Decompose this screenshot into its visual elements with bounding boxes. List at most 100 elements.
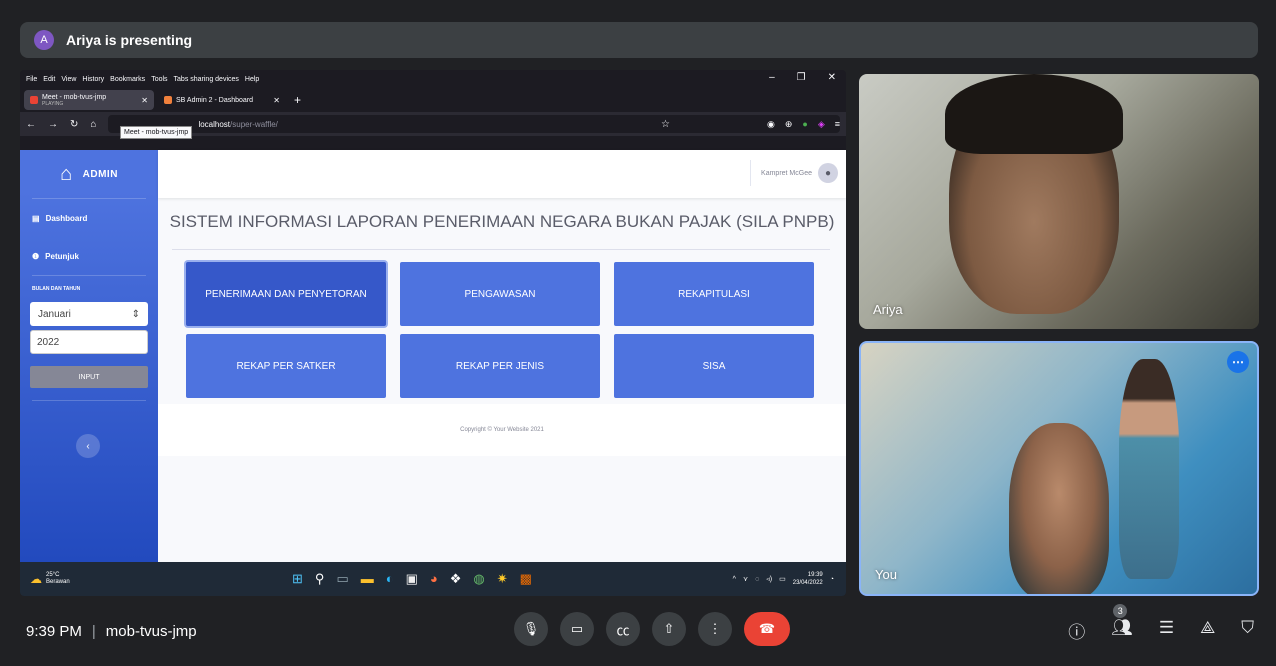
file-explorer-icon[interactable]: ▬ <box>361 571 374 587</box>
sidebar-divider <box>32 400 146 401</box>
menu-button-penerimaan[interactable]: PENERIMAAN DAN PENYETORAN <box>186 262 386 326</box>
tab-tooltip: Meet - mob-tvus-jmp <box>120 126 193 139</box>
menu-button-rekap-jenis[interactable]: REKAP PER JENIS <box>400 334 600 398</box>
system-clock[interactable]: 19:39 23/04/2022 <box>793 571 823 587</box>
minimize-icon[interactable]: – <box>769 72 775 83</box>
page-footer: Copyright © Your Website 2021 <box>158 404 846 456</box>
camera-button[interactable]: ▭ <box>560 612 594 646</box>
forward-icon[interactable]: → <box>48 119 58 130</box>
battery-icon[interactable]: ▭ <box>779 575 786 583</box>
sidebar-item-dashboard[interactable]: ▤ Dashboard <box>20 199 158 237</box>
close-tab-icon[interactable]: ✕ <box>141 96 148 105</box>
chevron-up-icon[interactable]: ^ <box>733 576 736 583</box>
address-bar[interactable]: localhost/super-waffle/ ☆ <box>108 115 840 133</box>
microphone-tray-icon[interactable]: ⋎ <box>743 575 748 583</box>
bookmark-star-icon[interactable]: ☆ <box>661 119 670 130</box>
menu-edit[interactable]: Edit <box>43 76 55 83</box>
taskbar-apps: ⊞ ⚲ ▭ ▬ ◐ ▣ ◕ ❖ ◍ ✷ ▩ <box>292 571 532 587</box>
search-icon[interactable]: ⚲ <box>315 571 325 587</box>
notification-icon[interactable]: ◔ <box>830 576 834 583</box>
self-name: You <box>875 567 897 582</box>
hang-up-icon: ☎ <box>758 621 776 636</box>
brand-label: ADMIN <box>82 168 118 180</box>
whatsapp-icon[interactable]: ◍ <box>473 571 484 587</box>
close-tab-icon[interactable]: ✕ <box>273 96 280 105</box>
edge-icon[interactable]: ◐ <box>386 571 394 587</box>
host-controls-icon[interactable]: ⛉ <box>1241 618 1254 643</box>
meeting-details-icon[interactable]: ⓘ <box>1068 618 1085 643</box>
xampp-icon[interactable]: ▩ <box>520 571 532 587</box>
tab-meet-status: PLAYING <box>42 100 64 107</box>
sidebar: ⌂ ADMIN ▤ Dashboard ❶ Petunjuk BULAN DAN… <box>20 150 158 562</box>
menu-tools[interactable]: Tools <box>151 76 167 83</box>
browser-tabbar: Meet - mob-tvus-jmp PLAYING ✕ SB Admin 2 … <box>20 88 846 112</box>
year-input[interactable]: 2022 <box>30 330 148 354</box>
microphone-button[interactable]: 🎙︎ <box>514 612 548 646</box>
user-dropdown[interactable]: Kampret McGee ● <box>750 160 838 186</box>
wifi-icon[interactable]: ◌ <box>755 576 759 583</box>
account-icon[interactable]: ⊕ <box>785 119 793 130</box>
call-controls: 🎙︎ ▭ ㏄ ⇧ ⋮ ☎ <box>514 612 790 646</box>
title-divider <box>172 249 830 250</box>
separator: | <box>91 623 96 640</box>
store-icon[interactable]: ▣ <box>406 571 418 587</box>
month-value: Januari <box>38 308 71 320</box>
menu-file[interactable]: File <box>26 76 37 83</box>
activities-icon[interactable]: ⟁ <box>1200 618 1215 643</box>
tab-meet[interactable]: Meet - mob-tvus-jmp PLAYING ✕ <box>24 90 154 110</box>
home-icon[interactable]: ⌂ <box>90 119 96 130</box>
sidebar-brand[interactable]: ⌂ ADMIN <box>20 150 158 198</box>
sidebar-toggle-button[interactable]: ‹ <box>76 434 100 458</box>
start-icon[interactable]: ⊞ <box>292 571 303 587</box>
menu-button-pengawasan[interactable]: PENGAWASAN <box>400 262 600 326</box>
more-options-icon[interactable]: ⋯ <box>1227 351 1249 373</box>
menu-view[interactable]: View <box>61 76 76 83</box>
sidebar-item-petunjuk[interactable]: ❶ Petunjuk <box>20 237 158 275</box>
pocket-icon[interactable]: ◉ <box>767 119 775 130</box>
menu-button-sisa[interactable]: SISA <box>614 334 814 398</box>
period-heading: BULAN DAN TAHUN <box>32 286 81 292</box>
web-page: ⌂ ADMIN ▤ Dashboard ❶ Petunjuk BULAN DAN… <box>20 150 846 562</box>
tab-dashboard[interactable]: SB Admin 2 - Dashboard ✕ <box>158 90 286 110</box>
task-view-icon[interactable]: ▭ <box>336 571 348 587</box>
menu-icon[interactable]: ≡ <box>835 119 840 130</box>
present-icon: ⇧ <box>663 621 675 636</box>
people-button[interactable]: 3 👥︎ <box>1111 604 1133 643</box>
back-icon[interactable]: ← <box>26 119 36 130</box>
leave-call-button[interactable]: ☎ <box>744 612 790 646</box>
menu-help[interactable]: Help <box>245 76 259 83</box>
present-button[interactable]: ⇧ <box>652 612 686 646</box>
recording-icon <box>30 96 38 104</box>
volume-icon[interactable]: ◃) <box>766 575 772 583</box>
settings-gear-icon[interactable]: ✷ <box>497 571 508 587</box>
camera-icon: ▭ <box>570 621 584 636</box>
input-button[interactable]: INPUT <box>30 366 148 388</box>
firefox-icon[interactable]: ◕ <box>430 571 438 587</box>
presenting-banner: A Ariya is presenting <box>20 22 1258 58</box>
new-tab-icon[interactable]: + <box>294 93 301 107</box>
month-select[interactable]: Januari ⇕ <box>30 302 148 326</box>
topbar: Kampret McGee ● <box>158 150 846 198</box>
presenting-text: Ariya is presenting <box>66 32 193 48</box>
menu-tabs-sharing[interactable]: Tabs sharing devices <box>174 76 239 83</box>
menu-history[interactable]: History <box>82 76 104 83</box>
captions-button[interactable]: ㏄ <box>606 612 640 646</box>
menu-button-rekap-satker[interactable]: REKAP PER SATKER <box>186 334 386 398</box>
select-arrows-icon: ⇕ <box>131 308 140 320</box>
participant-count-badge: 3 <box>1113 604 1128 618</box>
close-window-icon[interactable]: ✕ <box>828 72 836 83</box>
reload-icon[interactable]: ↻ <box>70 119 78 130</box>
more-options-button[interactable]: ⋮ <box>698 612 732 646</box>
weather-widget[interactable]: ☁ 25°C Berawan <box>30 572 70 586</box>
chat-icon[interactable]: ☰ <box>1159 618 1174 643</box>
participant-video-detail <box>945 74 1123 154</box>
extension-icon[interactable]: ● <box>802 119 807 130</box>
restore-icon[interactable]: ❐ <box>797 72 806 83</box>
participant-tile-self[interactable]: ⋯ You <box>859 341 1259 596</box>
meeting-side-controls: ⓘ 3 👥︎ ☰ ⟁ ⛉ <box>1068 604 1254 643</box>
dropbox-icon[interactable]: ❖ <box>450 571 462 587</box>
menu-bookmarks[interactable]: Bookmarks <box>110 76 145 83</box>
menu-button-rekapitulasi[interactable]: REKAPITULASI <box>614 262 814 326</box>
participant-tile-ariya[interactable]: Ariya <box>859 74 1259 329</box>
sharing-indicator-icon[interactable]: ◈ <box>818 119 825 130</box>
